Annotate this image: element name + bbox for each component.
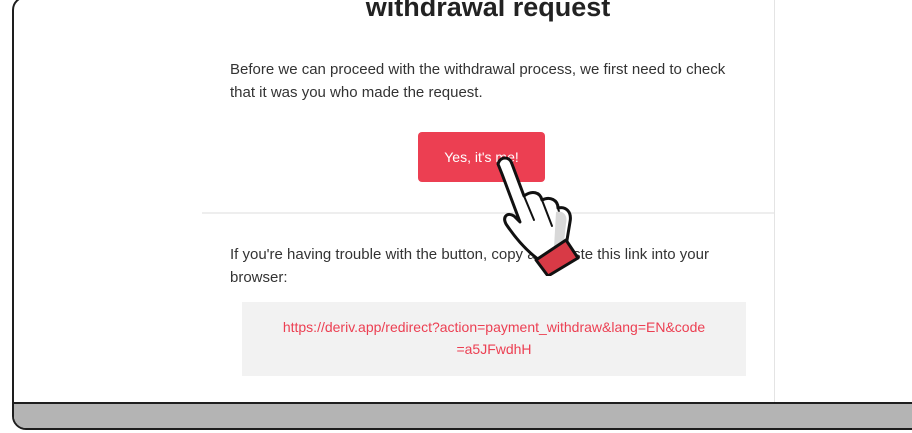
redirect-link[interactable]: https://deriv.app/redirect?action=paymen… — [282, 316, 706, 360]
link-box: https://deriv.app/redirect?action=paymen… — [242, 302, 746, 376]
bottom-bar — [14, 402, 912, 428]
hand-pointer-icon — [496, 156, 580, 276]
device-frame: withdrawal request Before we can proceed… — [12, 0, 912, 430]
email-title: withdrawal request — [365, 0, 611, 22]
intro-text: Before we can proceed with the withdrawa… — [230, 61, 726, 101]
